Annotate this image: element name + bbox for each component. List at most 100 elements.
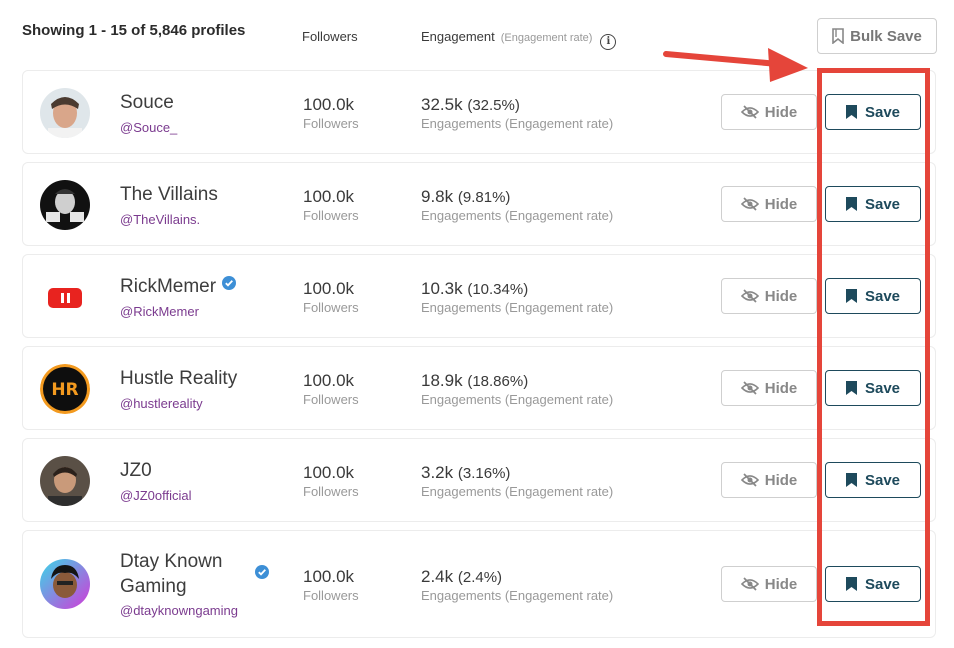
avatar[interactable] (40, 272, 90, 322)
followers-value: 100.0k (303, 463, 355, 482)
hide-button[interactable]: Hide (721, 278, 817, 314)
engagement-column-subtitle: (Engagement rate) (500, 32, 593, 44)
profile-row[interactable]: HR Hustle Reality @hustlereality 100.0k … (22, 346, 936, 430)
save-label: Save (864, 103, 901, 121)
save-label: Save (864, 195, 901, 213)
save-button[interactable]: Save (825, 278, 921, 314)
profile-handle[interactable]: @JZ0official (120, 488, 191, 503)
info-icon[interactable]: i (600, 34, 617, 50)
followers-value: 100.0k (303, 279, 355, 298)
profile-handle[interactable]: @TheVillains. (120, 212, 200, 227)
followers-label: Followers (303, 208, 359, 223)
engagement-value: 10.3k (421, 279, 463, 298)
engagement-metric: 10.3k (10.34%) Engagements (Engagement r… (421, 279, 613, 315)
profile-name[interactable]: The Villains (120, 182, 218, 207)
avatar[interactable] (40, 88, 90, 138)
profile-row[interactable]: JZ0 @JZ0official 100.0k Followers 3.2k (… (22, 438, 936, 522)
avatar[interactable]: HR (40, 364, 90, 414)
profile-name-text: RickMemer (120, 276, 217, 297)
engagement-column-title: Engagement (421, 29, 495, 44)
verified-badge-icon (222, 276, 237, 290)
save-button[interactable]: Save (825, 370, 921, 406)
hide-label: Hide (764, 471, 798, 489)
followers-label: Followers (303, 484, 359, 499)
profile-handle[interactable]: @hustlereality (120, 396, 203, 411)
followers-value: 100.0k (303, 567, 355, 586)
engagement-label: Engagements (Engagement rate) (421, 392, 614, 407)
bookmark-icon (845, 381, 857, 395)
bulk-save-label: Bulk Save (850, 27, 922, 45)
hide-label: Hide (764, 379, 798, 397)
followers-value: 100.0k (303, 371, 355, 390)
profile-row[interactable]: Dtay Known Gaming @dtayknowngaming 100.0… (22, 530, 936, 638)
bookmark-icon (845, 577, 857, 591)
engagement-metric: 18.9k (18.86%) Engagements (Engagement r… (421, 371, 613, 407)
profile-name[interactable]: Souce (120, 90, 174, 115)
save-label: Save (864, 471, 901, 489)
profile-name[interactable]: Dtay Known Gaming (120, 549, 260, 599)
avatar[interactable] (40, 559, 90, 609)
hide-label: Hide (764, 195, 798, 213)
engagement-rate: (10.34%) (467, 281, 529, 298)
engagement-label: Engagements (Engagement rate) (421, 116, 614, 131)
hide-button[interactable]: Hide (721, 566, 817, 602)
hide-button[interactable]: Hide (721, 370, 817, 406)
followers-label: Followers (303, 392, 359, 407)
engagement-value: 18.9k (421, 371, 463, 390)
engagement-label: Engagements (Engagement rate) (421, 588, 614, 603)
bookmark-icon (845, 197, 857, 211)
followers-value: 100.0k (303, 95, 355, 114)
save-button[interactable]: Save (825, 566, 921, 602)
profile-handle[interactable]: @dtayknowngaming (120, 603, 238, 618)
hide-label: Hide (764, 575, 798, 593)
bookmark-icon (832, 28, 844, 44)
avatar[interactable] (40, 180, 90, 230)
engagement-metric: 32.5k (32.5%) Engagements (Engagement ra… (421, 95, 613, 131)
hide-button[interactable]: Hide (721, 94, 817, 130)
followers-label: Followers (303, 116, 359, 131)
profile-row[interactable]: The Villains @TheVillains. 100.0k Follow… (22, 162, 936, 246)
followers-value: 100.0k (303, 187, 355, 206)
eye-slash-icon (740, 105, 759, 119)
engagement-value: 9.8k (421, 187, 454, 206)
followers-label: Followers (303, 588, 359, 603)
hide-button[interactable]: Hide (721, 462, 817, 498)
engagement-metric: 3.2k (3.16%) Engagements (Engagement rat… (421, 463, 613, 499)
bulk-save-button[interactable]: Bulk Save (817, 18, 937, 54)
profile-name[interactable]: JZ0 (120, 458, 152, 483)
eye-slash-icon (740, 381, 759, 395)
followers-column-header: Followers (302, 29, 358, 44)
engagement-metric: 9.8k (9.81%) Engagements (Engagement rat… (421, 187, 613, 223)
save-button[interactable]: Save (825, 462, 921, 498)
save-label: Save (864, 287, 901, 305)
bookmark-icon (845, 289, 857, 303)
engagement-rate: (3.16%) (457, 465, 511, 482)
save-button[interactable]: Save (825, 94, 921, 130)
profile-handle[interactable]: @RickMemer (120, 304, 199, 319)
eye-slash-icon (740, 197, 759, 211)
eye-slash-icon (740, 473, 759, 487)
engagement-rate: (32.5%) (467, 97, 520, 114)
results-count: Showing 1 - 15 of 5,846 profiles (22, 22, 246, 39)
bookmark-icon (845, 473, 857, 487)
hide-button[interactable]: Hide (721, 186, 817, 222)
engagement-label: Engagements (Engagement rate) (421, 484, 614, 499)
profile-handle[interactable]: @Souce_ (120, 120, 177, 135)
profile-name[interactable]: RickMemer (120, 274, 237, 299)
followers-metric: 100.0k Followers (303, 95, 359, 131)
avatar[interactable] (40, 456, 90, 506)
profile-name[interactable]: Hustle Reality (120, 366, 237, 391)
engagement-label: Engagements (Engagement rate) (421, 300, 614, 315)
hide-label: Hide (764, 103, 798, 121)
engagement-value: 32.5k (421, 95, 463, 114)
engagement-rate: (9.81%) (457, 189, 511, 206)
engagement-value: 2.4k (421, 567, 454, 586)
followers-metric: 100.0k Followers (303, 279, 359, 315)
annotation-arrow-icon (663, 48, 808, 82)
profile-row[interactable]: RickMemer @RickMemer 100.0k Followers 10… (22, 254, 936, 338)
engagement-metric: 2.4k (2.4%) Engagements (Engagement rate… (421, 567, 613, 603)
hide-label: Hide (764, 287, 798, 305)
engagement-label: Engagements (Engagement rate) (421, 208, 614, 223)
save-button[interactable]: Save (825, 186, 921, 222)
followers-metric: 100.0k Followers (303, 567, 359, 603)
